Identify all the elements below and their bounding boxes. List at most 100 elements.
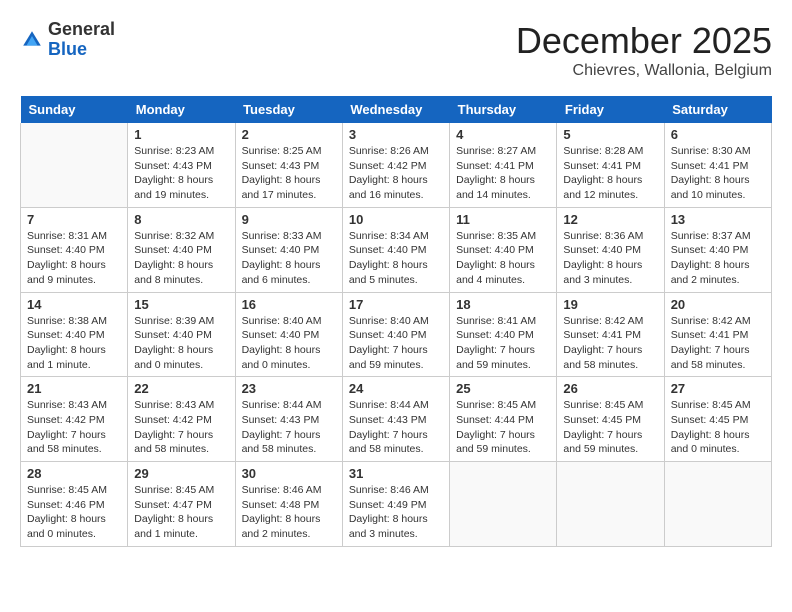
day-info: Sunrise: 8:40 AM Sunset: 4:40 PM Dayligh… [242, 314, 336, 373]
calendar-cell: 28 Sunrise: 8:45 AM Sunset: 4:46 PM Dayli… [21, 462, 128, 547]
calendar-cell: 24 Sunrise: 8:44 AM Sunset: 4:43 PM Dayli… [342, 377, 449, 462]
calendar-cell: 30 Sunrise: 8:46 AM Sunset: 4:48 PM Dayli… [235, 462, 342, 547]
day-info: Sunrise: 8:40 AM Sunset: 4:40 PM Dayligh… [349, 314, 443, 373]
day-info: Sunrise: 8:45 AM Sunset: 4:44 PM Dayligh… [456, 398, 550, 457]
day-number: 19 [563, 297, 657, 312]
logo-icon [20, 28, 44, 52]
calendar-cell: 26Sunrise: 8:45 AM Sunset: 4:45 PM Dayli… [557, 377, 664, 462]
calendar-cell [450, 462, 557, 547]
day-number: 31 [349, 466, 443, 481]
calendar-cell [664, 462, 771, 547]
day-info: Sunrise: 8:46 AM Sunset: 4:49 PM Dayligh… [349, 483, 443, 542]
day-number: 18 [456, 297, 550, 312]
calendar-cell: 7 Sunrise: 8:31 AM Sunset: 4:40 PM Daylig… [21, 207, 128, 292]
col-thursday: Thursday [450, 96, 557, 123]
day-number: 29 [134, 466, 228, 481]
calendar-cell: 12 Sunrise: 8:36 AM Sunset: 4:40 PM Dayli… [557, 207, 664, 292]
day-info: Sunrise: 8:46 AM Sunset: 4:48 PM Dayligh… [242, 483, 336, 542]
day-number: 6 [671, 127, 765, 142]
calendar-cell: 18Sunrise: 8:41 AM Sunset: 4:40 PM Dayli… [450, 292, 557, 377]
col-tuesday: Tuesday [235, 96, 342, 123]
calendar-week-row: 14 Sunrise: 8:38 AM Sunset: 4:40 PM Dayli… [21, 292, 772, 377]
day-number: 3 [349, 127, 443, 142]
day-info: Sunrise: 8:44 AM Sunset: 4:43 PM Dayligh… [349, 398, 443, 457]
day-info: Sunrise: 8:42 AM Sunset: 4:41 PM Dayligh… [671, 314, 765, 373]
calendar-cell: 6 Sunrise: 8:30 AM Sunset: 4:41 PM Daylig… [664, 123, 771, 207]
day-info: Sunrise: 8:31 AM Sunset: 4:40 PM Dayligh… [27, 229, 121, 288]
col-saturday: Saturday [664, 96, 771, 123]
title-block: December 2025 Chievres, Wallonia, Belgiu… [516, 20, 772, 80]
calendar-cell: 31 Sunrise: 8:46 AM Sunset: 4:49 PM Dayli… [342, 462, 449, 547]
day-number: 17 [349, 297, 443, 312]
day-number: 14 [27, 297, 121, 312]
logo-general-text: General [48, 19, 115, 39]
col-sunday: Sunday [21, 96, 128, 123]
col-monday: Monday [128, 96, 235, 123]
calendar-cell: 3Sunrise: 8:26 AM Sunset: 4:42 PM Daylig… [342, 123, 449, 207]
calendar-cell: 4Sunrise: 8:27 AM Sunset: 4:41 PM Daylig… [450, 123, 557, 207]
calendar-cell: 10Sunrise: 8:34 AM Sunset: 4:40 PM Dayli… [342, 207, 449, 292]
calendar-cell: 11 Sunrise: 8:35 AM Sunset: 4:40 PM Dayli… [450, 207, 557, 292]
day-number: 11 [456, 212, 550, 227]
calendar-cell: 2 Sunrise: 8:25 AM Sunset: 4:43 PM Daylig… [235, 123, 342, 207]
day-info: Sunrise: 8:25 AM Sunset: 4:43 PM Dayligh… [242, 144, 336, 203]
calendar-cell: 22 Sunrise: 8:43 AM Sunset: 4:42 PM Dayli… [128, 377, 235, 462]
day-number: 16 [242, 297, 336, 312]
day-number: 20 [671, 297, 765, 312]
location-title: Chievres, Wallonia, Belgium [516, 62, 772, 80]
calendar-cell: 23 Sunrise: 8:44 AM Sunset: 4:43 PM Dayli… [235, 377, 342, 462]
calendar-cell: 19 Sunrise: 8:42 AM Sunset: 4:41 PM Dayli… [557, 292, 664, 377]
day-number: 22 [134, 381, 228, 396]
day-info: Sunrise: 8:30 AM Sunset: 4:41 PM Dayligh… [671, 144, 765, 203]
col-friday: Friday [557, 96, 664, 123]
day-number: 5 [563, 127, 657, 142]
day-info: Sunrise: 8:45 AM Sunset: 4:47 PM Dayligh… [134, 483, 228, 542]
calendar-cell: 1 Sunrise: 8:23 AM Sunset: 4:43 PM Daylig… [128, 123, 235, 207]
page-header: General Blue December 2025 Chievres, Wal… [20, 20, 772, 80]
calendar-table: Sunday Monday Tuesday Wednesday Thursday… [20, 96, 772, 547]
day-info: Sunrise: 8:36 AM Sunset: 4:40 PM Dayligh… [563, 229, 657, 288]
day-number: 1 [134, 127, 228, 142]
day-info: Sunrise: 8:43 AM Sunset: 4:42 PM Dayligh… [134, 398, 228, 457]
day-number: 12 [563, 212, 657, 227]
calendar-cell: 25Sunrise: 8:45 AM Sunset: 4:44 PM Dayli… [450, 377, 557, 462]
day-info: Sunrise: 8:45 AM Sunset: 4:45 PM Dayligh… [671, 398, 765, 457]
logo: General Blue [20, 20, 115, 60]
calendar-cell: 14 Sunrise: 8:38 AM Sunset: 4:40 PM Dayli… [21, 292, 128, 377]
calendar-week-row: 1 Sunrise: 8:23 AM Sunset: 4:43 PM Daylig… [21, 123, 772, 207]
calendar-cell: 5 Sunrise: 8:28 AM Sunset: 4:41 PM Daylig… [557, 123, 664, 207]
calendar-cell: 27Sunrise: 8:45 AM Sunset: 4:45 PM Dayli… [664, 377, 771, 462]
day-number: 7 [27, 212, 121, 227]
month-title: December 2025 [516, 20, 772, 62]
day-info: Sunrise: 8:45 AM Sunset: 4:46 PM Dayligh… [27, 483, 121, 542]
day-info: Sunrise: 8:32 AM Sunset: 4:40 PM Dayligh… [134, 229, 228, 288]
calendar-cell: 17 Sunrise: 8:40 AM Sunset: 4:40 PM Dayli… [342, 292, 449, 377]
day-number: 30 [242, 466, 336, 481]
day-number: 24 [349, 381, 443, 396]
day-info: Sunrise: 8:43 AM Sunset: 4:42 PM Dayligh… [27, 398, 121, 457]
calendar-cell: 16 Sunrise: 8:40 AM Sunset: 4:40 PM Dayli… [235, 292, 342, 377]
day-number: 2 [242, 127, 336, 142]
day-number: 28 [27, 466, 121, 481]
day-info: Sunrise: 8:28 AM Sunset: 4:41 PM Dayligh… [563, 144, 657, 203]
day-info: Sunrise: 8:35 AM Sunset: 4:40 PM Dayligh… [456, 229, 550, 288]
day-info: Sunrise: 8:33 AM Sunset: 4:40 PM Dayligh… [242, 229, 336, 288]
calendar-cell: 15Sunrise: 8:39 AM Sunset: 4:40 PM Dayli… [128, 292, 235, 377]
calendar-week-row: 28 Sunrise: 8:45 AM Sunset: 4:46 PM Dayli… [21, 462, 772, 547]
day-info: Sunrise: 8:38 AM Sunset: 4:40 PM Dayligh… [27, 314, 121, 373]
day-info: Sunrise: 8:44 AM Sunset: 4:43 PM Dayligh… [242, 398, 336, 457]
day-info: Sunrise: 8:23 AM Sunset: 4:43 PM Dayligh… [134, 144, 228, 203]
calendar-cell: 29 Sunrise: 8:45 AM Sunset: 4:47 PM Dayli… [128, 462, 235, 547]
day-info: Sunrise: 8:42 AM Sunset: 4:41 PM Dayligh… [563, 314, 657, 373]
day-info: Sunrise: 8:37 AM Sunset: 4:40 PM Dayligh… [671, 229, 765, 288]
day-number: 8 [134, 212, 228, 227]
calendar-cell [557, 462, 664, 547]
day-number: 26 [563, 381, 657, 396]
day-number: 4 [456, 127, 550, 142]
calendar-cell: 21 Sunrise: 8:43 AM Sunset: 4:42 PM Dayli… [21, 377, 128, 462]
calendar-cell [21, 123, 128, 207]
day-number: 10 [349, 212, 443, 227]
day-number: 21 [27, 381, 121, 396]
day-number: 23 [242, 381, 336, 396]
col-wednesday: Wednesday [342, 96, 449, 123]
